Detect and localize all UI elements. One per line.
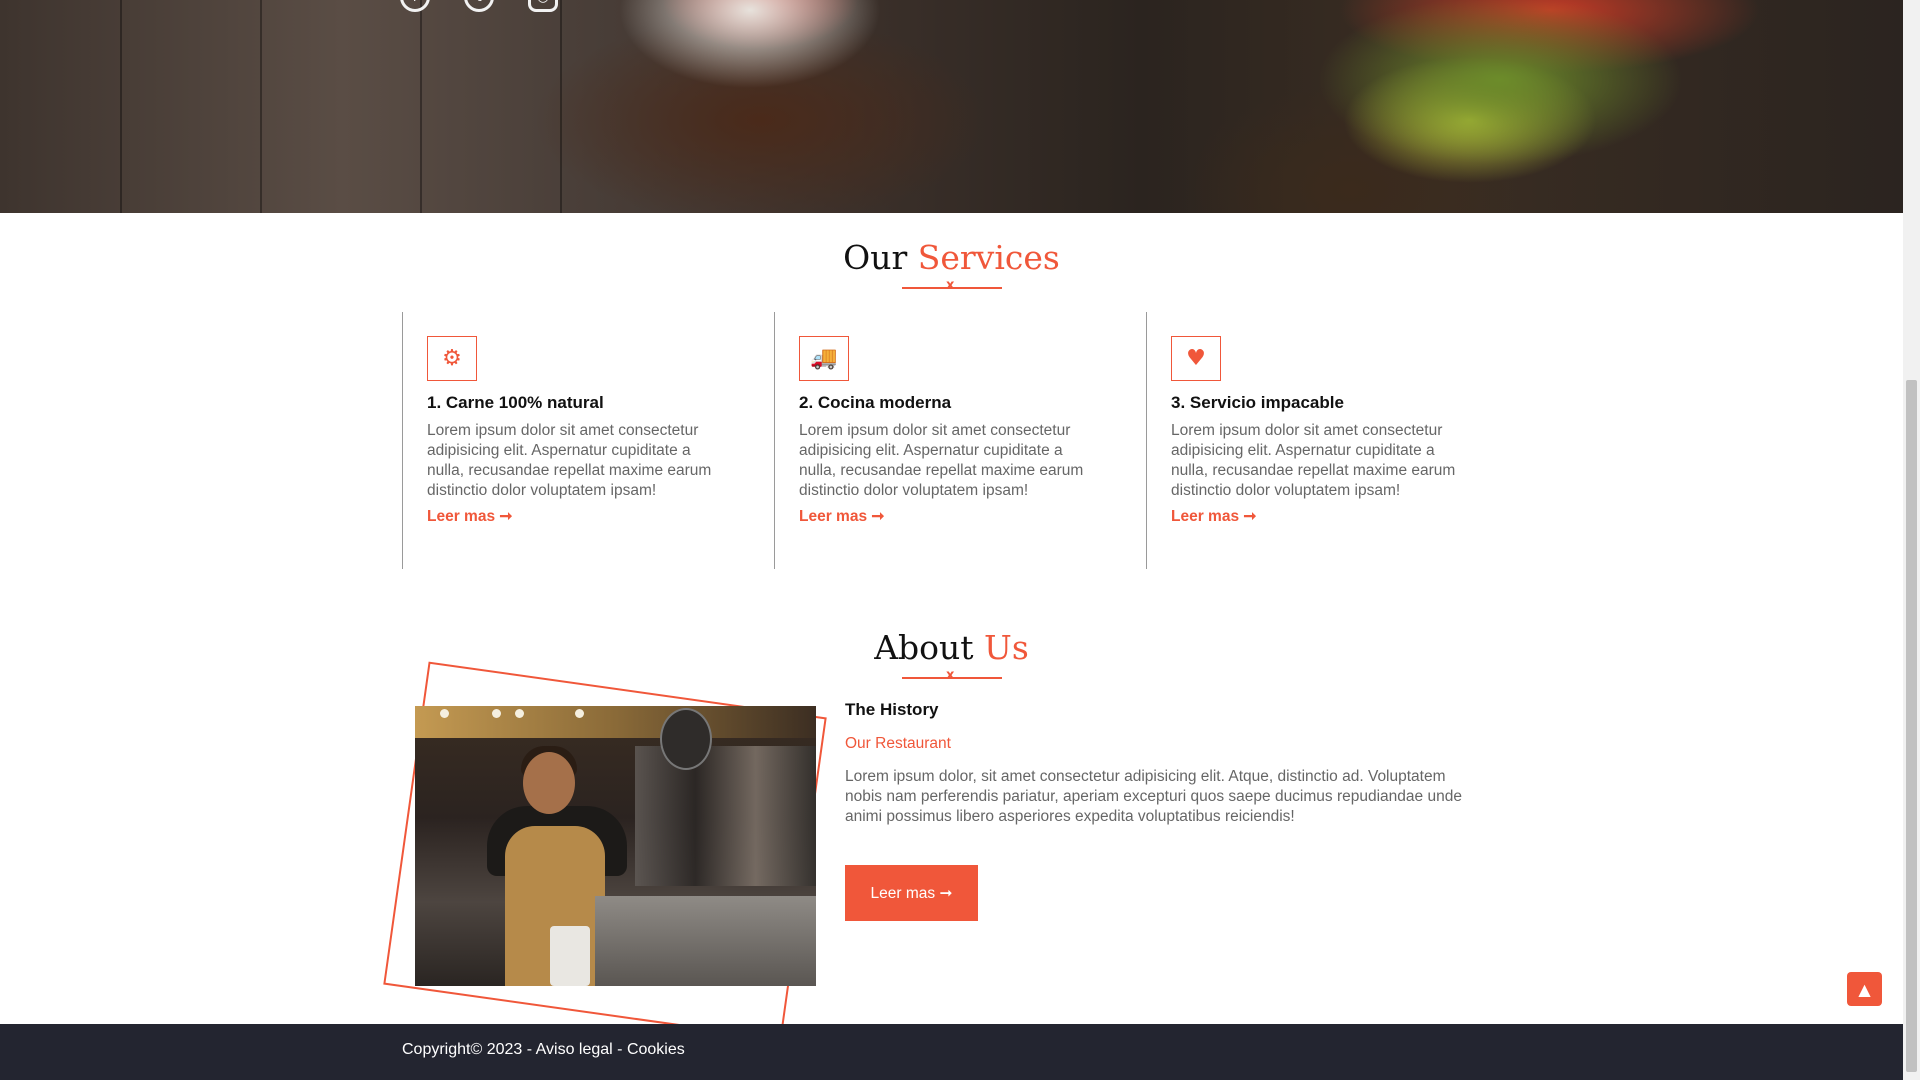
- service-card-text: Lorem ipsum dolor sit amet consectetur a…: [1171, 422, 1456, 499]
- about-subheading: Our Restaurant: [845, 735, 951, 752]
- divider-mark: x: [946, 278, 955, 293]
- services-title-main: Our: [843, 238, 908, 277]
- services-title: Our Services: [0, 238, 1903, 277]
- service-card-text: Lorem ipsum dolor sit amet consectetur a…: [799, 422, 1084, 499]
- footer-copyright: Copyright© 2023 - Aviso legal - Cookies: [402, 1041, 685, 1058]
- read-more-link[interactable]: Leer mas ➞: [799, 507, 1146, 526]
- facebook-icon[interactable]: f: [400, 0, 430, 12]
- gears-icon: ⚙: [427, 336, 477, 381]
- service-card: ♥ 3. Servicio impacable Lorem ipsum dolo…: [1146, 312, 1518, 569]
- read-more-link[interactable]: Leer mas ➞: [427, 507, 774, 526]
- back-to-top-button[interactable]: ▲: [1847, 972, 1882, 1006]
- service-card-title: 3. Servicio impacable: [1171, 393, 1344, 412]
- about-heading: The History: [845, 700, 939, 719]
- twitter-icon[interactable]: t: [464, 0, 494, 12]
- services-title-accent: Services: [917, 238, 1060, 277]
- about-paragraph: Lorem ipsum dolor, sit amet consectetur …: [845, 768, 1462, 825]
- page-scrollbar[interactable]: [1903, 0, 1920, 1080]
- truck-icon: 🚚: [799, 336, 849, 381]
- service-card: ⚙ 1. Carne 100% natural Lorem ipsum dolo…: [402, 312, 774, 569]
- footer: Copyright© 2023 - Aviso legal - Cookies: [0, 1024, 1903, 1080]
- about-divider: x: [902, 668, 1002, 683]
- hero-banner-image: f t ◎: [0, 0, 1903, 213]
- about-title: About Us: [0, 628, 1903, 667]
- scrollbar-thumb[interactable]: [1906, 380, 1917, 1072]
- service-card-title: 1. Carne 100% natural: [427, 393, 604, 412]
- services-divider: x: [902, 278, 1002, 293]
- social-links: f t ◎: [400, 0, 558, 12]
- about-content: The History Our Restaurant Lorem ipsum d…: [845, 700, 1465, 827]
- instagram-icon[interactable]: ◎: [528, 0, 558, 12]
- heart-icon: ♥: [1171, 336, 1221, 381]
- about-title-accent: Us: [984, 628, 1029, 667]
- arrow-up-icon: ▲: [1858, 979, 1871, 999]
- read-more-link[interactable]: Leer mas ➞: [1171, 507, 1518, 526]
- services-cards: ⚙ 1. Carne 100% natural Lorem ipsum dolo…: [402, 312, 1518, 569]
- read-more-button[interactable]: Leer mas ➞: [845, 865, 978, 921]
- service-card-title: 2. Cocina moderna: [799, 393, 952, 412]
- about-title-main: About: [874, 628, 974, 667]
- restaurant-photo: [415, 706, 816, 986]
- service-card-text: Lorem ipsum dolor sit amet consectetur a…: [427, 422, 712, 499]
- divider-mark: x: [946, 668, 955, 683]
- service-card: 🚚 2. Cocina moderna Lorem ipsum dolor si…: [774, 312, 1146, 569]
